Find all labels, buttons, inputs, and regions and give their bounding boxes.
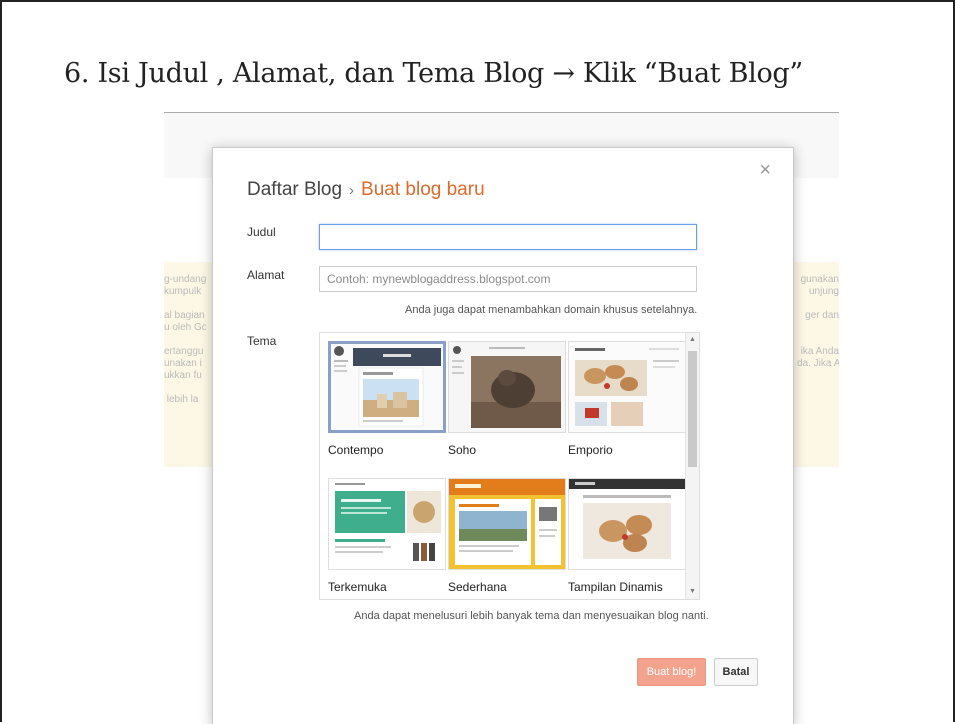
theme-emporio[interactable]: Emporio [568,341,686,457]
address-label: Alamat [247,268,285,282]
create-blog-button[interactable]: Buat blog! [637,658,706,686]
create-blog-dialog: × Daftar Blog › Buat blog baru Judul Alama… [212,147,794,724]
tampilan-dinamis-thumbnail [568,478,686,570]
theme-label: Tema [247,334,277,348]
theme-sederhana[interactable]: Sederhana [448,478,566,594]
theme-terkemuka[interactable]: Terkemuka [328,478,446,594]
chevron-right-icon: › [349,182,355,199]
slide: 6. Isi Judul , Alamat, dan Tema Blog → K… [0,0,955,724]
background-text-right: gunakan unjung ger dan ika Anda da. Jika… [797,274,839,369]
theme-scrollbar[interactable]: ▲ ▼ [685,333,699,599]
soho-thumbnail [448,341,566,433]
cancel-button[interactable]: Batal [714,658,758,686]
theme-name: Tampilan Dinamis [568,580,663,594]
theme-name: Emporio [568,443,613,457]
breadcrumb: Daftar Blog › Buat blog baru [247,179,485,201]
title-input[interactable] [319,224,697,250]
scrollbar-thumb[interactable] [688,351,697,467]
theme-tampilan-dinamis[interactable]: Tampilan Dinamis [568,478,686,594]
scroll-up-icon[interactable]: ▲ [686,335,699,345]
slide-title: 6. Isi Judul , Alamat, dan Tema Blog → K… [64,58,803,89]
sederhana-thumbnail [448,478,566,570]
theme-soho[interactable]: Soho [448,341,566,457]
blogger-screenshot: g-undang kumpulk al bagian u oleh Go ert… [164,112,839,724]
address-input[interactable] [319,266,697,292]
theme-name: Terkemuka [328,580,387,594]
theme-name: Soho [448,443,477,457]
theme-name: Sederhana [448,580,507,594]
contempo-thumbnail [328,341,446,433]
terkemuka-thumbnail [328,478,446,570]
theme-contempo[interactable]: Contempo [328,341,446,457]
theme-picker: Contempo Soho Emporio Terkemuka Sederhan… [319,332,700,600]
breadcrumb-current: Buat blog baru [361,179,485,200]
address-hint: Anda juga dapat menambahkan domain khusu… [405,304,698,316]
breadcrumb-parent[interactable]: Daftar Blog [247,179,342,200]
theme-name: Contempo [328,443,384,457]
title-label: Judul [247,225,276,239]
theme-hint: Anda dapat menelusuri lebih banyak tema … [354,610,709,622]
emporio-thumbnail [568,341,686,433]
background-text-left: g-undang kumpulk al bagian u oleh Go ert… [164,274,206,405]
close-icon[interactable]: × [759,160,771,180]
scroll-down-icon[interactable]: ▼ [686,587,699,597]
